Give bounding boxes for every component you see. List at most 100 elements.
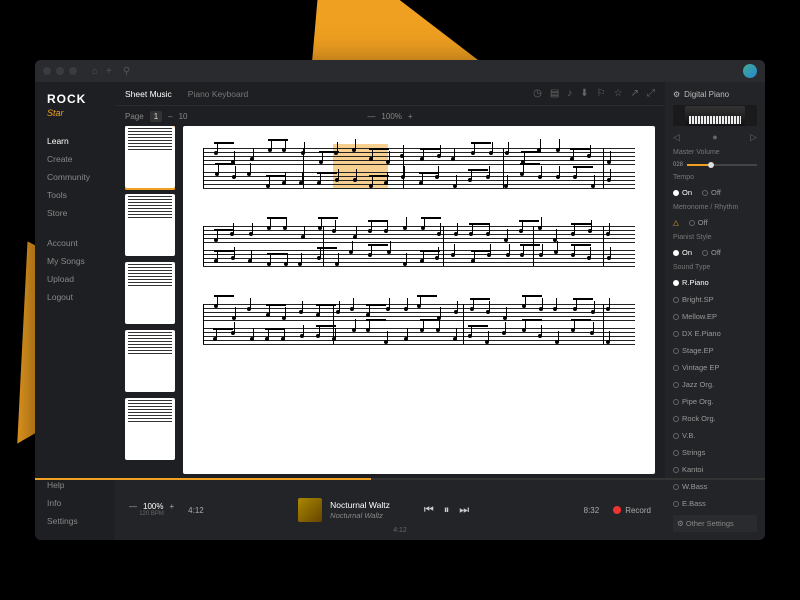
sound-4[interactable]: Stage.EP — [673, 345, 757, 356]
zoom-in[interactable]: + — [408, 112, 413, 121]
search-icon[interactable]: ⚲ — [123, 66, 130, 77]
tempo-down[interactable]: — — [129, 503, 137, 511]
instrument-dot: ● — [712, 132, 717, 143]
sound-8[interactable]: Rock Org. — [673, 413, 757, 424]
share-icon[interactable]: ↗ — [631, 88, 639, 99]
nav-info[interactable]: Info — [47, 494, 103, 512]
pianist-off[interactable]: Off — [702, 247, 721, 258]
next-instrument[interactable]: ▷ — [750, 132, 757, 143]
soundtype-label: Sound Type — [673, 264, 757, 271]
right-panel: ⚙ Digital Piano ◁ ● ▷ Master Volume 028 … — [665, 82, 765, 540]
tempo-on[interactable]: On — [673, 187, 692, 198]
sound-7[interactable]: Pipe Org. — [673, 396, 757, 407]
tempo-label: Tempo — [673, 174, 757, 181]
page-sep: – — [168, 112, 172, 121]
tempo-pct: 100% — [143, 503, 163, 511]
pianist-on[interactable]: On — [673, 247, 692, 258]
music-icon[interactable]: ♪ — [567, 88, 572, 99]
prev-instrument[interactable]: ◁ — [673, 132, 680, 143]
nav-settings[interactable]: Settings — [47, 512, 103, 530]
metro-icon[interactable]: △ — [673, 218, 679, 227]
metro-off[interactable]: Off — [689, 217, 708, 228]
logo: ROCK — [47, 92, 103, 106]
logo-sub: Star — [47, 108, 103, 118]
page-label: Page — [125, 112, 144, 121]
traffic-max[interactable] — [69, 67, 77, 75]
traffic-min[interactable] — [56, 67, 64, 75]
record-button[interactable]: Record — [613, 506, 651, 515]
pianist-label: Pianist Style — [673, 234, 757, 241]
home-icon[interactable]: ⌂ — [92, 66, 98, 77]
subbar: Page 1 – 10 — 100% + — [115, 106, 665, 126]
nav-logout[interactable]: Logout — [47, 288, 103, 306]
tempo-off[interactable]: Off — [702, 187, 721, 198]
thumbnails — [125, 126, 175, 474]
sound-1[interactable]: Bright.SP — [673, 294, 757, 305]
sound-12[interactable]: W.Bass — [673, 481, 757, 492]
piano-image — [673, 105, 757, 126]
zoom-value: 100% — [381, 112, 401, 121]
prev-icon[interactable]: ⏮ — [424, 504, 434, 517]
sheet-music[interactable]: // sprinkle notes — [183, 126, 655, 474]
album-art[interactable] — [298, 498, 322, 522]
page-total: 10 — [179, 112, 188, 121]
clock-icon[interactable]: ◷ — [533, 88, 542, 99]
nav-community[interactable]: Community — [47, 168, 103, 186]
progress-bar[interactable] — [35, 478, 765, 480]
sound-2[interactable]: Mellow.EP — [673, 311, 757, 322]
tempo-up[interactable]: + — [169, 503, 174, 511]
time-total: 8:32 — [584, 506, 600, 515]
panel-title: Digital Piano — [684, 90, 729, 99]
expand-icon[interactable]: ⤢ — [647, 88, 655, 99]
thumb-5[interactable] — [125, 398, 175, 460]
master-label: Master Volume — [673, 149, 757, 156]
other-settings[interactable]: ⚙ Other Settings — [673, 515, 757, 532]
vol-value: 028 — [673, 162, 683, 168]
volume-slider[interactable] — [687, 164, 757, 166]
sound-5[interactable]: Vintage EP — [673, 362, 757, 373]
nav-mysongs[interactable]: My Songs — [47, 252, 103, 270]
next-icon[interactable]: ⏭ — [459, 504, 469, 517]
bookmark-icon[interactable]: ⚐ — [597, 88, 606, 99]
thumb-4[interactable] — [125, 330, 175, 392]
sidebar: ROCK Star Learn Create Community Tools S… — [35, 82, 115, 540]
sound-10[interactable]: Strings — [673, 447, 757, 458]
nav-upload[interactable]: Upload — [47, 270, 103, 288]
traffic-close[interactable] — [43, 67, 51, 75]
nav-create[interactable]: Create — [47, 150, 103, 168]
nav-tools[interactable]: Tools — [47, 186, 103, 204]
sound-13[interactable]: E.Bass — [673, 498, 757, 509]
sound-0[interactable]: R.Piano — [673, 277, 757, 288]
time-current: 4:12 — [188, 506, 204, 515]
sound-6[interactable]: Jazz Org. — [673, 379, 757, 390]
app-window: ⌂ + ⚲ ROCK Star Learn Create Community T… — [35, 60, 765, 540]
sound-11[interactable]: Kantoi — [673, 464, 757, 475]
pos-label: 4:12 — [393, 527, 407, 534]
zoom-out[interactable]: — — [367, 112, 375, 121]
avatar[interactable] — [743, 64, 757, 78]
tab-keyboard[interactable]: Piano Keyboard — [188, 89, 249, 99]
star-icon[interactable]: ☆ — [614, 88, 623, 99]
tab-sheet[interactable]: Sheet Music — [125, 89, 172, 99]
thumb-2[interactable] — [125, 194, 175, 256]
pause-icon[interactable]: ⏸ — [444, 504, 450, 517]
gear-icon[interactable]: ⚙ — [673, 90, 680, 99]
record-icon — [613, 506, 621, 514]
list-icon[interactable]: ▤ — [550, 88, 559, 99]
metro-label: Metronome / Rhythm — [673, 204, 757, 211]
tempo-bpm: 120 BPM — [139, 511, 164, 517]
nav-store[interactable]: Store — [47, 204, 103, 222]
track-artist: Nocturnal Waltz — [330, 511, 390, 521]
sound-3[interactable]: DX E.Piano — [673, 328, 757, 339]
sound-9[interactable]: V.B. — [673, 430, 757, 441]
nav-account[interactable]: Account — [47, 234, 103, 252]
download-icon[interactable]: ⬇ — [580, 88, 588, 99]
titlebar: ⌂ + ⚲ — [35, 60, 765, 82]
track-title: Nocturnal Waltz — [330, 500, 390, 511]
page-current[interactable]: 1 — [150, 111, 162, 122]
nav-learn[interactable]: Learn — [47, 132, 103, 150]
add-icon[interactable]: + — [106, 66, 112, 77]
thumb-3[interactable] — [125, 262, 175, 324]
thumb-1[interactable] — [125, 126, 175, 188]
player: — 100% + 120 BPM 4:12 Nocturnal Waltz No… — [115, 480, 665, 540]
